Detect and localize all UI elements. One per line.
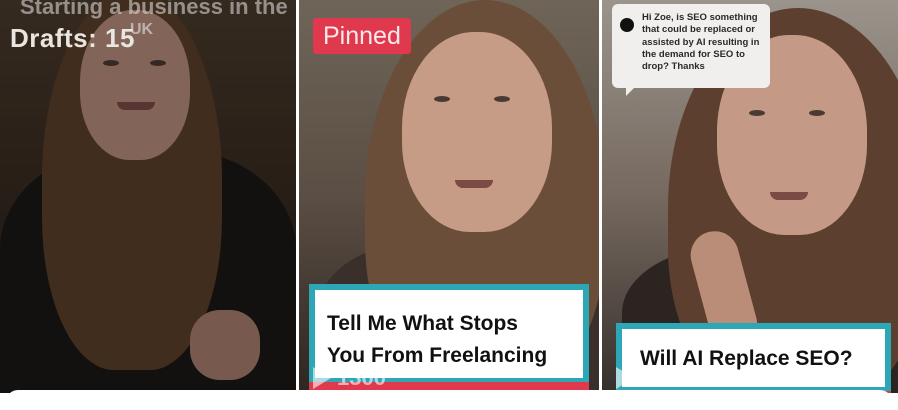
comment-reply-bubble: Hi Zoe, is SEO something that could be r… [612, 4, 770, 96]
person-eye [749, 110, 765, 116]
caption-line: Tell Me What Stops [327, 312, 518, 335]
person-eye [809, 110, 825, 116]
view-count-value: 248 [640, 365, 677, 390]
bubble-tail [626, 88, 634, 96]
person-mouth [770, 192, 808, 200]
view-count: 1300 [313, 365, 386, 391]
avatar [620, 18, 634, 32]
view-count-value: 1300 [337, 365, 386, 390]
person-mouth [455, 180, 493, 188]
bottom-sheet-edge [6, 390, 892, 410]
person-face [402, 32, 552, 232]
video-grid: Starting a business in the UK Drafts: 15… [0, 0, 898, 393]
tile-shade [0, 0, 296, 393]
person-eye [434, 96, 450, 102]
faded-title-text: Starting a business in the [20, 0, 288, 19]
pinned-video-tile[interactable]: Pinned Tell Me What Stops You From Freel… [299, 0, 599, 393]
pinned-badge: Pinned [313, 18, 411, 54]
drafts-count-label: Drafts: 15 [10, 23, 135, 53]
play-icon [313, 367, 331, 389]
video-tile[interactable]: Hi Zoe, is SEO something that could be r… [602, 0, 898, 393]
view-count: 248 [616, 365, 677, 391]
drafts-tile[interactable]: Starting a business in the UK Drafts: 15 [0, 0, 296, 393]
comment-text: Hi Zoe, is SEO something that could be r… [642, 12, 760, 73]
person-eye [494, 96, 510, 102]
play-icon [616, 367, 634, 389]
